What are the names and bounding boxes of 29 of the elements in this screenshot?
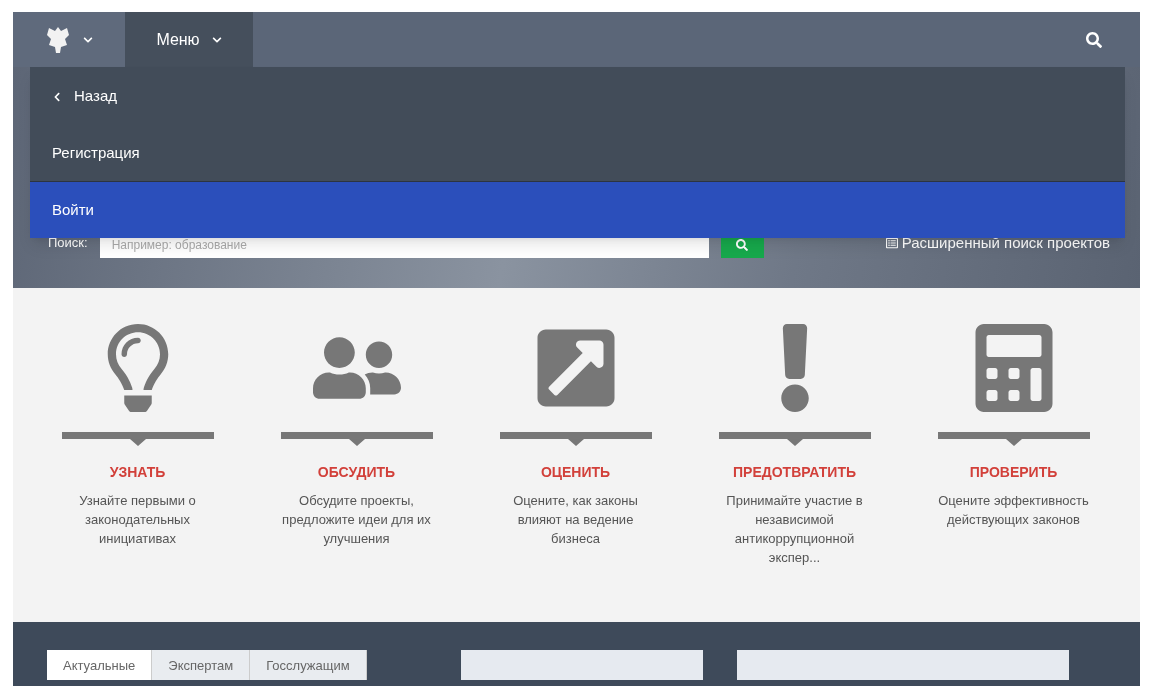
menu-item[interactable]: Войти [30, 182, 1125, 238]
divider-bar-icon [937, 432, 1090, 448]
divider-bar-icon [718, 432, 871, 448]
feature-title[interactable]: ПРОВЕРИТЬ [969, 462, 1058, 483]
feature-description: Узнайте первыми о законодательных инициативах [78, 492, 197, 548]
divider-bar-icon [280, 432, 433, 448]
caret-icon [83, 34, 93, 45]
menu-item[interactable]: Регистрация [30, 126, 1125, 182]
list-icon [885, 236, 898, 249]
feature-title[interactable]: ОЦЕНИТЬ [540, 462, 611, 483]
emblem-menu-button[interactable] [13, 12, 125, 67]
back-link[interactable]: Назад [30, 67, 1125, 126]
feature-title[interactable]: УЗНАТЬ [109, 462, 166, 483]
tab[interactable]: Экспертам [152, 650, 251, 680]
feature-description: Принимайте участие в независимой антикоррупционной экспер... [725, 492, 864, 567]
search-icon [736, 239, 749, 251]
tab[interactable]: Актуальные [47, 650, 153, 680]
search-icon[interactable] [1086, 31, 1102, 48]
feature-description: Оцените эффективность действующих законов [937, 492, 1090, 529]
feature-title[interactable]: ОБСУДИТЬ [317, 462, 396, 483]
menu-tab[interactable]: Меню [125, 12, 253, 67]
divider-bar-icon [499, 432, 652, 448]
feature-title[interactable]: ПРЕДОТВРАТИТЬ [733, 462, 856, 483]
caret-icon [211, 34, 222, 45]
divider-bar-icon [61, 432, 214, 448]
feature-description: Оцените, как законы влияют на ведение бизнеса [512, 492, 639, 548]
feature-description: Обсудите проекты, предложите идеи для их улучшения [281, 492, 432, 548]
back-chevron-icon [52, 91, 62, 102]
tab[interactable]: Госслужащим [250, 650, 367, 680]
